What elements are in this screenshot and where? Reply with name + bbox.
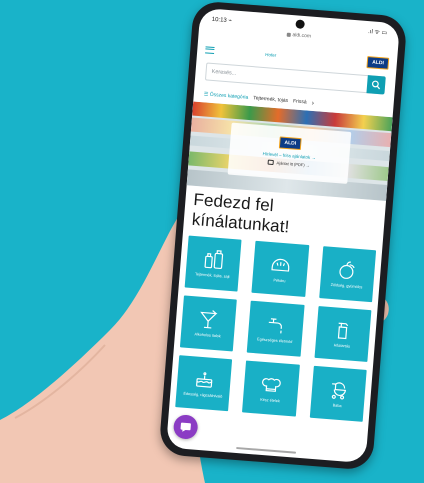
hero-banner[interactable]: ALDI Hírlevél – friss ajánlatok → Ajánla… [186, 101, 393, 201]
menu-icon[interactable] [205, 45, 215, 54]
search-icon [371, 80, 381, 90]
category-tile[interactable]: Édesség, rágcsálnivaló [175, 355, 233, 412]
bread-icon [271, 259, 290, 272]
tile-label: Zöldség, gyümölcs [330, 283, 363, 290]
category-tile[interactable]: Alkoholos italok [179, 295, 238, 352]
spray-bottle-icon [338, 322, 349, 340]
home-indicator [236, 446, 297, 454]
cake-icon [195, 372, 212, 388]
photo: 10:13 ⌁ .ıl ᯤ ▭ aldi.com Hofer ALDI Kere… [0, 0, 424, 483]
category-tile[interactable]: Pékáru [251, 240, 309, 297]
tile-label: Pékáru [273, 278, 286, 284]
smartphone: 10:13 ⌁ .ıl ᯤ ▭ aldi.com Hofer ALDI Kere… [158, 0, 408, 471]
headline-line-2: kínálatunkat! [191, 209, 291, 237]
document-icon [267, 159, 274, 166]
chef-hat-icon [262, 378, 281, 393]
tile-label: Kész ételek [260, 397, 280, 404]
stroller-icon [332, 382, 347, 400]
search-placeholder: Keresés... [211, 68, 237, 77]
lock-icon [286, 32, 291, 37]
category-tile-grid: Tejtermék, tojás, sajt Pékáru Zöldség, g… [175, 235, 377, 422]
category-tile[interactable]: Háztartás [314, 305, 372, 363]
status-time: 10:13 ⌁ [211, 16, 233, 24]
tile-label: Háztartás [333, 343, 351, 349]
fruit-icon [339, 261, 355, 280]
faucet-icon [268, 318, 282, 334]
aldi-logo: ALDI [278, 136, 302, 151]
chevron-right-icon[interactable]: › [311, 99, 314, 106]
hero-line-text: Ajánlat itt (PDF) → [276, 160, 310, 168]
category-tile[interactable]: Zöldség, gyümölcs [318, 246, 377, 303]
tile-label: Édesség, rágcsálnivaló [183, 391, 223, 399]
brand-small[interactable]: Hofer [265, 52, 276, 58]
search-button[interactable] [366, 75, 386, 95]
category-tile[interactable]: Egészséges életmód [247, 300, 305, 357]
category-item[interactable]: Tejtermék, tojás [253, 95, 288, 104]
hero-card: ALDI Hírlevél – friss ajánlatok → Ajánla… [227, 122, 352, 184]
chat-button[interactable] [172, 414, 199, 440]
category-tile[interactable]: Tejtermék, tojás, sajt [184, 235, 242, 292]
tile-label: Alkoholos italok [194, 332, 221, 339]
category-all[interactable]: ☰ Összes kategória [204, 91, 249, 100]
chat-icon [180, 422, 191, 432]
status-icons: .ıl ᯤ ▭ [367, 29, 388, 37]
bottles-icon [204, 250, 223, 270]
url-text: aldi.com [292, 32, 312, 40]
category-tile[interactable]: Kész ételek [242, 360, 300, 417]
page-headline: Fedezd fel kínálatunkat! [191, 190, 292, 238]
cocktail-icon [199, 310, 218, 329]
phone-screen: 10:13 ⌁ .ıl ᯤ ▭ aldi.com Hofer ALDI Kere… [166, 7, 400, 464]
tile-label: Egészséges életmód [256, 337, 293, 345]
tile-label: Baba [332, 403, 342, 409]
category-item[interactable]: Frissá [293, 98, 307, 105]
tile-label: Tejtermék, tojás, sajt [194, 272, 230, 280]
aldi-logo[interactable]: ALDI [366, 56, 390, 70]
category-tile[interactable]: Baba [309, 365, 367, 422]
